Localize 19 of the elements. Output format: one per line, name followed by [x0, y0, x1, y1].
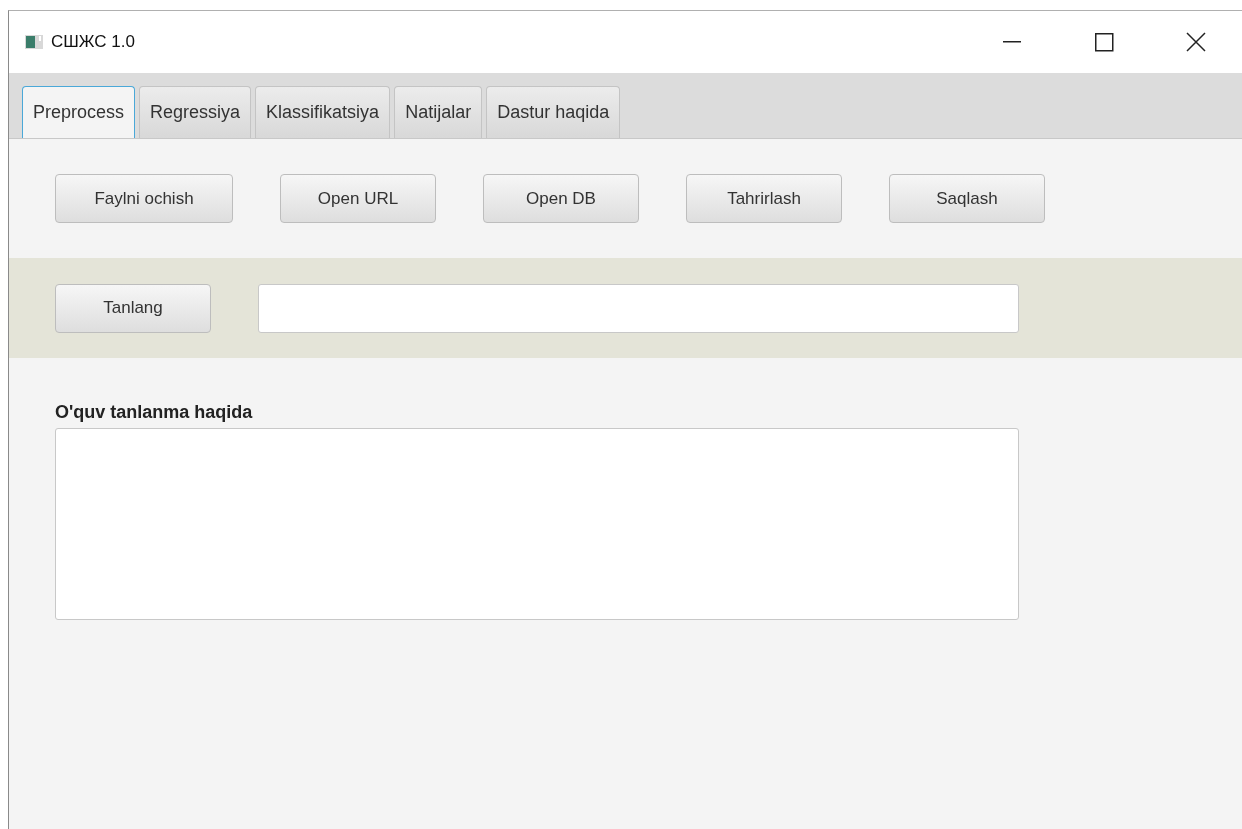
app-icon — [25, 35, 43, 49]
tab[interactable]: Preprocess — [22, 86, 136, 138]
toolbar-button[interactable]: Saqlash — [889, 174, 1045, 223]
tab[interactable]: Klassifikatsiya — [255, 86, 391, 138]
tab[interactable]: Natijalar — [394, 86, 483, 138]
tab[interactable]: Regressiya — [139, 86, 252, 138]
tab[interactable]: Dastur haqida — [486, 86, 621, 138]
toolbar-button[interactable]: Open URL — [280, 174, 436, 223]
maximize-icon — [1094, 32, 1114, 52]
close-icon — [1186, 32, 1206, 52]
toolbar-button[interactable]: Open DB — [483, 174, 639, 223]
toolbar-button[interactable]: Faylni ochish — [55, 174, 233, 223]
window-title: СШЖС 1.0 — [51, 32, 135, 52]
text-area[interactable] — [55, 428, 1019, 620]
select-button[interactable]: Tanlang — [55, 283, 211, 333]
toolbar-button[interactable]: Tahrirlash — [686, 174, 842, 223]
section-label: O'quv tanlanma haqida — [55, 402, 254, 423]
input-field[interactable] — [258, 283, 1019, 333]
minimize-icon — [1003, 41, 1021, 43]
